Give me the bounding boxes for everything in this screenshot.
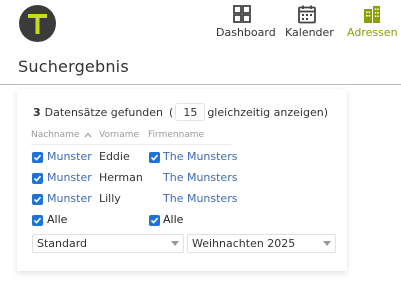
row-firma-link[interactable]: The Munsters: [163, 171, 237, 184]
grid-icon: [233, 5, 251, 23]
select-all-nachname-checkbox[interactable]: [32, 215, 43, 226]
row-nachname-link[interactable]: Munster: [47, 192, 92, 205]
template-select-value: Standard: [37, 237, 88, 250]
table-row: Munster Eddie The Munsters: [31, 149, 331, 169]
records-count-text: Datensätze gefunden: [44, 105, 164, 119]
select-all-nachname-label: Alle: [47, 213, 68, 226]
column-header-nachname[interactable]: Nachname: [31, 130, 92, 140]
select-all-firma-label: Alle: [163, 213, 184, 226]
calendar-icon: [298, 5, 316, 24]
app-header: Dashboard Kalender Adressen: [0, 0, 401, 50]
row-vorname: Lilly: [99, 192, 121, 205]
nav-kalender-label: Kalender: [285, 26, 334, 39]
row-firma-link[interactable]: The Munsters: [163, 192, 237, 205]
column-header-firmenname[interactable]: Firmenname: [148, 130, 204, 140]
event-select[interactable]: Weihnachten 2025: [187, 234, 336, 253]
nav-kalender[interactable]: Kalender: [285, 4, 334, 39]
results-card: 3 Datensätze gefunden ( gleichzeitig anz…: [17, 89, 347, 271]
per-page-suffix: gleichzeitig anzeigen): [207, 105, 328, 119]
app-logo[interactable]: [19, 5, 56, 42]
title-divider: [0, 84, 401, 85]
check-icon: [33, 154, 42, 161]
table-row: Munster Lilly The Munsters: [31, 191, 331, 211]
header-divider: [31, 144, 231, 145]
row-nachname-checkbox[interactable]: [32, 194, 43, 205]
column-header-nachname-label: Nachname: [31, 130, 80, 140]
row-nachname-link[interactable]: Munster: [47, 171, 92, 184]
nav-dashboard[interactable]: Dashboard: [216, 4, 276, 39]
buildings-icon: [364, 6, 380, 23]
records-summary: 3 Datensätze gefunden ( gleichzeitig anz…: [33, 103, 328, 121]
row-vorname: Herman: [99, 171, 143, 184]
table-row: Munster Herman The Munsters: [31, 170, 331, 190]
row-firma-link[interactable]: The Munsters: [163, 150, 237, 163]
event-select-value: Weihnachten 2025: [192, 237, 296, 250]
row-vorname: Eddie: [99, 150, 130, 163]
nav-dashboard-label: Dashboard: [216, 26, 276, 39]
check-icon: [33, 196, 42, 203]
logo-icon: [28, 14, 47, 34]
nav-adressen[interactable]: Adressen: [347, 4, 398, 39]
row-nachname-checkbox[interactable]: [32, 173, 43, 184]
per-page-open-paren: (: [169, 105, 174, 119]
chevron-down-icon: [323, 241, 331, 246]
row-firma-checkbox[interactable]: [149, 152, 160, 163]
template-select[interactable]: Standard: [32, 234, 184, 253]
select-all-firma-checkbox[interactable]: [149, 215, 160, 226]
per-page-input[interactable]: [175, 103, 206, 121]
row-nachname-checkbox[interactable]: [32, 152, 43, 163]
select-all-row: Alle Alle: [31, 212, 331, 232]
check-icon: [150, 217, 159, 224]
check-icon: [33, 175, 42, 182]
chevron-down-icon: [171, 241, 179, 246]
check-icon: [33, 217, 42, 224]
records-count: 3: [33, 105, 41, 119]
column-header-vorname[interactable]: Vorname: [99, 130, 139, 140]
check-icon: [150, 154, 159, 161]
sort-asc-icon: [84, 132, 92, 137]
row-nachname-link[interactable]: Munster: [47, 150, 92, 163]
page-title: Suchergebnis: [18, 57, 129, 76]
nav-adressen-label: Adressen: [347, 26, 398, 39]
